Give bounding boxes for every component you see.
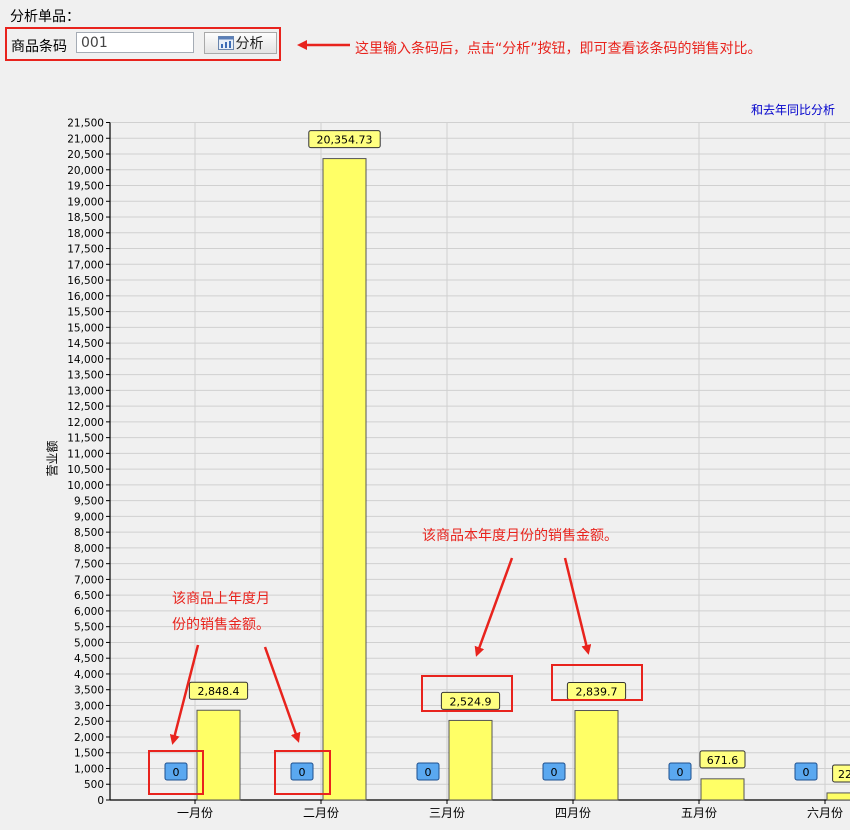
this-year-value-label: 224 bbox=[838, 768, 850, 781]
y-tick-label: 500 bbox=[84, 779, 104, 791]
y-tick-label: 0 bbox=[97, 795, 104, 807]
y-tick-label: 4,000 bbox=[74, 669, 104, 681]
y-tick-label: 11,500 bbox=[67, 433, 104, 445]
y-tick-label: 20,500 bbox=[67, 149, 104, 161]
x-tick-label: 六月份 bbox=[807, 806, 843, 820]
last-year-callout: 该商品上年度月 份的销售金额。 bbox=[172, 586, 270, 638]
this-year-value-label: 2,524.9 bbox=[450, 695, 492, 708]
y-tick-label: 4,500 bbox=[74, 653, 104, 665]
y-tick-label: 1,500 bbox=[74, 748, 104, 760]
this-year-callout: 该商品本年度月份的销售金额。 bbox=[422, 528, 618, 544]
y-tick-label: 7,500 bbox=[74, 559, 104, 571]
last-year-value-label: 0 bbox=[803, 766, 810, 779]
last-year-callout-line2: 份的销售金额。 bbox=[172, 617, 270, 633]
y-tick-label: 17,500 bbox=[67, 244, 104, 256]
y-tick-label: 13,500 bbox=[67, 370, 104, 382]
y-tick-label: 21,000 bbox=[67, 133, 104, 145]
x-tick-label: 五月份 bbox=[681, 806, 717, 820]
y-tick-label: 15,000 bbox=[67, 322, 104, 334]
this-year-bar bbox=[322, 158, 367, 801]
x-tick-label: 一月份 bbox=[177, 806, 213, 820]
y-tick-label: 19,500 bbox=[67, 181, 104, 193]
this-year-bar bbox=[700, 778, 745, 801]
y-tick-label: 9,500 bbox=[74, 496, 104, 508]
this-year-bar bbox=[574, 710, 619, 801]
last-year-value-label: 0 bbox=[173, 766, 180, 779]
y-tick-label: 19,000 bbox=[67, 196, 104, 208]
y-tick-label: 7,000 bbox=[74, 574, 104, 586]
x-tick-label: 四月份 bbox=[555, 806, 591, 820]
y-tick-label: 2,000 bbox=[74, 732, 104, 744]
y-tick-label: 21,500 bbox=[67, 118, 104, 130]
last-year-callout-line1: 该商品上年度月 bbox=[172, 591, 270, 607]
this-year-value-label: 671.6 bbox=[707, 754, 739, 767]
this-year-bar bbox=[826, 792, 850, 801]
y-tick-label: 17,000 bbox=[67, 259, 104, 271]
y-tick-label: 6,000 bbox=[74, 606, 104, 618]
this-year-value-label: 2,839.7 bbox=[576, 686, 618, 699]
y-tick-label: 14,000 bbox=[67, 354, 104, 366]
this-year-value-label: 2,848.4 bbox=[198, 685, 240, 698]
y-tick-label: 2,500 bbox=[74, 716, 104, 728]
last-year-value-label: 0 bbox=[551, 766, 558, 779]
y-tick-label: 20,000 bbox=[67, 165, 104, 177]
y-tick-label: 6,500 bbox=[74, 590, 104, 602]
x-tick-label: 三月份 bbox=[429, 806, 465, 820]
last-year-value-label: 0 bbox=[299, 766, 306, 779]
y-tick-label: 1,000 bbox=[74, 763, 104, 775]
x-tick-label: 二月份 bbox=[303, 806, 339, 820]
y-tick-label: 12,500 bbox=[67, 401, 104, 413]
y-tick-label: 10,500 bbox=[67, 464, 104, 476]
y-tick-label: 5,000 bbox=[74, 637, 104, 649]
y-tick-label: 13,000 bbox=[67, 385, 104, 397]
y-tick-label: 16,000 bbox=[67, 291, 104, 303]
y-tick-label: 15,500 bbox=[67, 307, 104, 319]
this-year-bar bbox=[448, 719, 493, 801]
y-tick-label: 18,000 bbox=[67, 228, 104, 240]
y-tick-label: 12,000 bbox=[67, 417, 104, 429]
this-year-value-label: 20,354.73 bbox=[317, 134, 373, 147]
last-year-value-label: 0 bbox=[425, 766, 432, 779]
y-tick-label: 18,500 bbox=[67, 212, 104, 224]
y-tick-label: 8,500 bbox=[74, 527, 104, 539]
y-tick-label: 10,000 bbox=[67, 480, 104, 492]
y-tick-label: 9,000 bbox=[74, 511, 104, 523]
y-tick-label: 8,000 bbox=[74, 543, 104, 555]
y-tick-label: 5,500 bbox=[74, 622, 104, 634]
y-tick-label: 14,500 bbox=[67, 338, 104, 350]
y-tick-label: 3,000 bbox=[74, 700, 104, 712]
sales-comparison-chart: 0 500 1,000 1,500 2,000 2,500 3,000 3,500 4,000 4… bbox=[67, 40, 850, 820]
y-tick-label: 3,500 bbox=[74, 685, 104, 697]
y-tick-label: 11,000 bbox=[67, 448, 104, 460]
last-year-value-label: 0 bbox=[677, 766, 684, 779]
y-tick-label: 16,500 bbox=[67, 275, 104, 287]
